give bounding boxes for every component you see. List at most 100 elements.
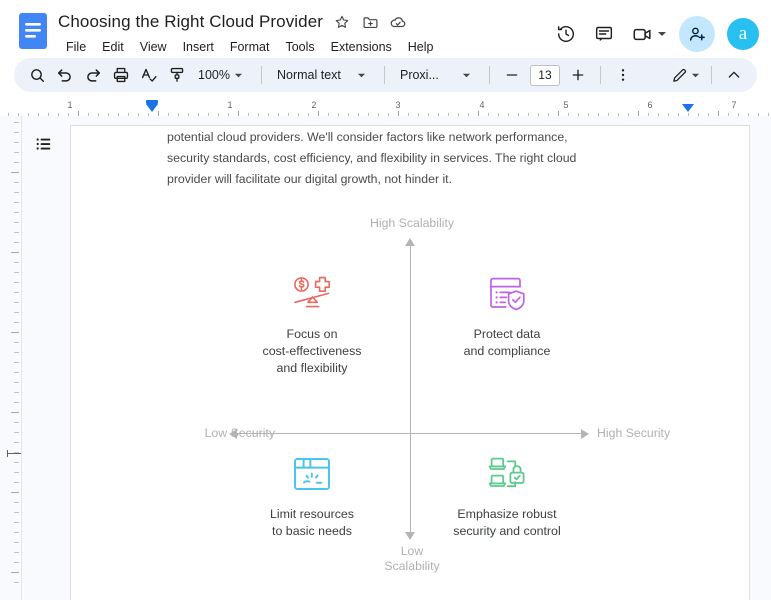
paragraph-style-select[interactable]: Normal text — [271, 62, 375, 88]
chevron-down-icon[interactable] — [690, 70, 700, 80]
ruler-number: 4 — [479, 100, 484, 110]
page-title[interactable]: Choosing the Right Cloud Provider — [58, 12, 323, 32]
spell-check-icon[interactable] — [136, 62, 162, 88]
ruler-tick — [14, 502, 19, 503]
ruler-track[interactable]: 11234567 — [0, 98, 771, 116]
quadrant-top-left[interactable]: Focus on cost-effectiveness and flexibil… — [217, 272, 407, 377]
menu-view[interactable]: View — [132, 38, 175, 56]
axis-label-high-scalability: High Scalability — [347, 216, 477, 231]
vertical-margin-marker[interactable] — [7, 453, 21, 454]
ruler-number: 6 — [647, 100, 652, 110]
ruler-tick — [11, 412, 19, 413]
star-icon[interactable] — [333, 13, 351, 31]
document-shield-check-icon — [485, 272, 529, 316]
menu-edit[interactable]: Edit — [94, 38, 132, 56]
ruler-number: 7 — [731, 100, 736, 110]
ruler-tick — [14, 392, 19, 393]
pencil-icon[interactable] — [666, 62, 692, 88]
editing-mode-button[interactable] — [666, 62, 702, 88]
ruler-tick — [14, 582, 19, 583]
toolbar-divider — [384, 66, 385, 84]
menu-file[interactable]: File — [58, 38, 94, 56]
chevron-down-icon — [357, 70, 367, 80]
horizontal-axis-line — [235, 433, 585, 434]
ruler-tick — [14, 272, 19, 273]
search-icon[interactable] — [24, 62, 50, 88]
meet-camera-icon[interactable] — [625, 17, 659, 51]
ruler-tick — [14, 162, 19, 163]
menu-bar: File Edit View Insert Format Tools Exten… — [58, 36, 549, 58]
ruler-tick — [14, 522, 19, 523]
menu-insert[interactable]: Insert — [175, 38, 222, 56]
menu-format[interactable]: Format — [222, 38, 278, 56]
avatar[interactable]: a — [727, 18, 759, 50]
ruler-tick — [14, 432, 19, 433]
paint-format-icon[interactable] — [164, 62, 190, 88]
quadrant-bottom-left[interactable]: Limit resources to basic needs — [217, 452, 407, 540]
horizontal-ruler[interactable]: 11234567 — [0, 98, 771, 116]
ruler-tick — [14, 312, 19, 313]
ruler-tick — [11, 252, 19, 253]
more-options-icon[interactable] — [610, 62, 636, 88]
quadrant-label: Limit resources to basic needs — [270, 506, 354, 540]
laptops-lock-icon — [485, 452, 529, 496]
ruler-tick — [11, 172, 19, 173]
ruler-number: 3 — [395, 100, 400, 110]
quadrant-top-right[interactable]: Protect data and compliance — [412, 272, 602, 360]
ruler-tick — [14, 132, 19, 133]
redo-icon[interactable] — [80, 62, 106, 88]
axis-arrow-right-icon — [581, 429, 589, 439]
ruler-tick — [14, 142, 19, 143]
left-indent-marker[interactable] — [146, 104, 158, 112]
zoom-select[interactable]: 100% — [192, 62, 252, 88]
ruler-tick — [14, 342, 19, 343]
document-outline-icon[interactable] — [30, 130, 58, 158]
ruler-tick — [14, 362, 19, 363]
ruler-tick — [14, 422, 19, 423]
undo-icon[interactable] — [52, 62, 78, 88]
quadrant-bottom-right[interactable]: Emphasize robust security and control — [412, 452, 602, 540]
font-family-select[interactable]: Proxi... — [394, 62, 480, 88]
ruler-number: 5 — [563, 100, 568, 110]
document-page[interactable]: potential cloud providers. We'll conside… — [70, 125, 750, 600]
quadrant-label: Focus on cost-effectiveness and flexibil… — [263, 326, 362, 377]
main-toolbar: 100% Normal text Proxi... 13 — [14, 58, 757, 92]
ruler-tick — [14, 192, 19, 193]
meet-button-group[interactable] — [625, 17, 671, 51]
ruler-tick — [14, 532, 19, 533]
cloud-saved-icon[interactable] — [389, 13, 407, 31]
menu-tools[interactable]: Tools — [277, 38, 322, 56]
print-icon[interactable] — [108, 62, 134, 88]
font-size-input[interactable]: 13 — [530, 65, 560, 86]
menu-help[interactable]: Help — [400, 38, 442, 56]
toolbar-wrapper: 100% Normal text Proxi... 13 — [0, 58, 771, 98]
right-indent-marker[interactable] — [682, 104, 694, 112]
ruler-tick — [14, 152, 19, 153]
zoom-value: 100% — [198, 68, 230, 82]
body-paragraph[interactable]: potential cloud providers. We'll conside… — [167, 126, 607, 190]
ruler-tick — [14, 482, 19, 483]
vertical-ruler[interactable] — [0, 116, 22, 600]
axis-label-low-scalability: Low Scalability — [347, 544, 477, 574]
title-row: Choosing the Right Cloud Provider — [58, 10, 549, 34]
document-text-body[interactable]: potential cloud providers. We'll conside… — [167, 126, 607, 190]
decrease-font-size-button[interactable] — [499, 62, 525, 88]
vertical-axis-line — [410, 244, 411, 534]
chevron-down-icon — [462, 70, 472, 80]
google-docs-icon[interactable] — [18, 12, 48, 50]
title-and-menus: Choosing the Right Cloud Provider — [58, 8, 549, 58]
quadrant-matrix-diagram[interactable]: High Scalability Low Scalability Low Sec… — [167, 204, 697, 594]
version-history-icon[interactable] — [549, 17, 583, 51]
increase-font-size-button[interactable] — [565, 62, 591, 88]
ruler-tick — [14, 242, 19, 243]
ruler-tick — [14, 292, 19, 293]
toolbar-divider — [711, 66, 712, 84]
move-to-folder-icon[interactable] — [361, 13, 379, 31]
share-button[interactable] — [679, 16, 715, 52]
menu-extensions[interactable]: Extensions — [323, 38, 400, 56]
chevron-down-icon[interactable] — [657, 29, 667, 39]
ruler-tick — [14, 382, 19, 383]
comment-icon[interactable] — [587, 17, 621, 51]
ruler-tick — [14, 212, 19, 213]
collapse-menus-icon[interactable] — [721, 62, 747, 88]
